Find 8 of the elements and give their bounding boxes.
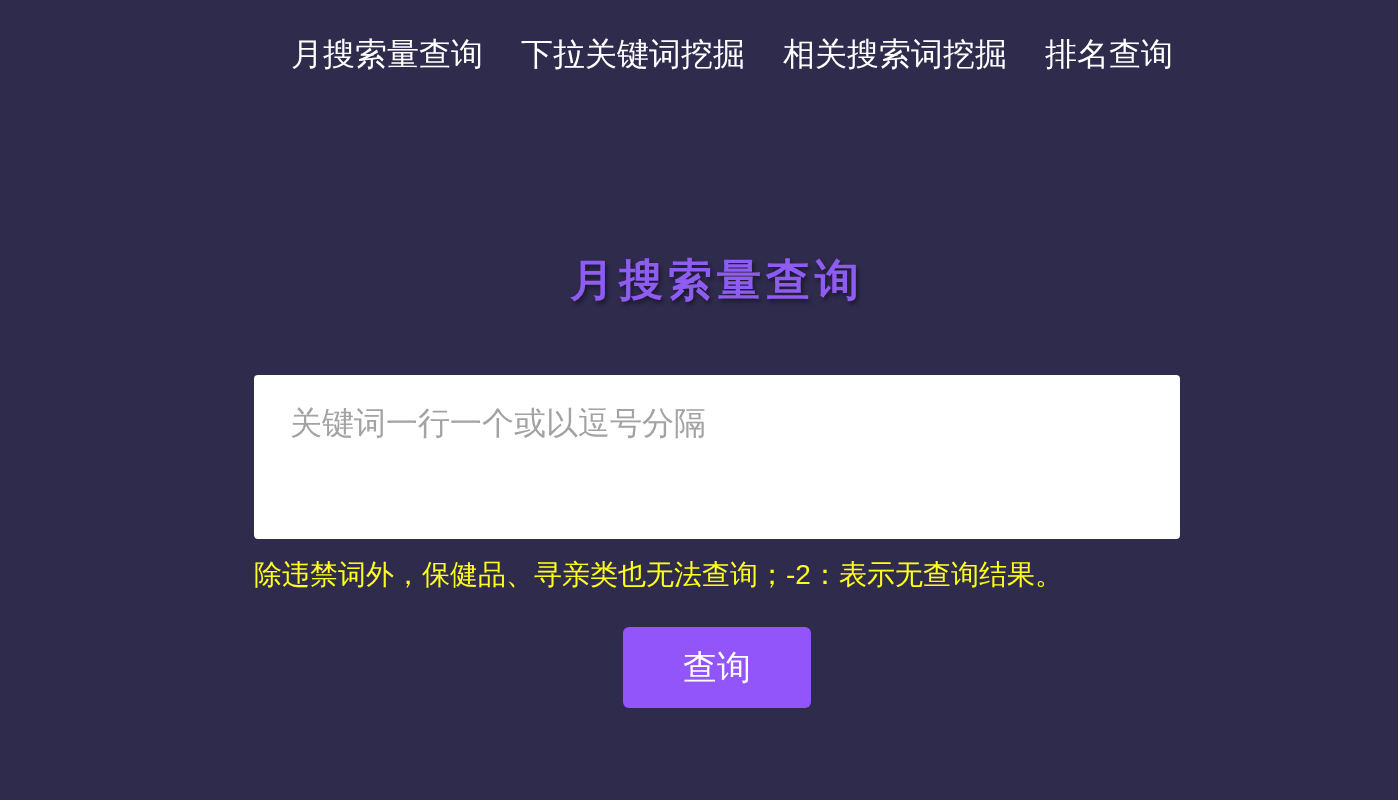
- nav-link[interactable]: 下拉关键词挖掘: [521, 34, 745, 74]
- nav-link[interactable]: 相关搜索词挖掘: [783, 34, 1007, 74]
- nav-link[interactable]: 月搜索量查询: [291, 34, 483, 74]
- page-title: 月搜索量查询: [569, 254, 865, 306]
- notice-text: 除违禁词外，保健品、寻亲类也无法查询；-2：表示无查询结果。: [254, 558, 1064, 592]
- query-button[interactable]: 查询: [623, 627, 811, 708]
- nav-link[interactable]: 排名查询: [1045, 34, 1173, 74]
- keyword-textarea[interactable]: 关键词一行一个或以逗号分隔: [254, 375, 1180, 539]
